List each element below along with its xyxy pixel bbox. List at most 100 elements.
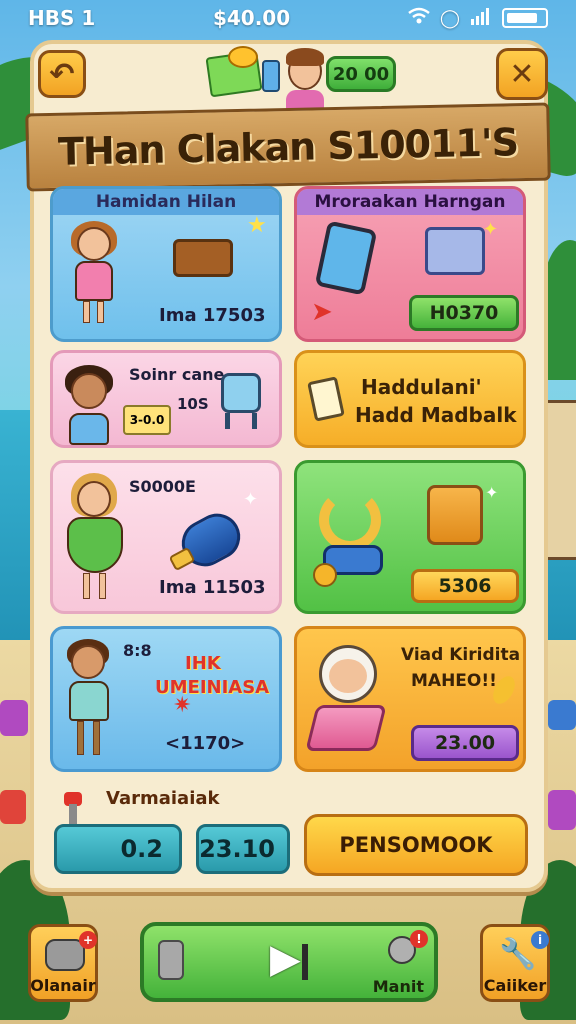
magnet-tool-icon [319, 489, 381, 551]
play-icon: ▶ [270, 936, 301, 982]
shop-card-5[interactable]: S0000E ✦ Ima 11503 [50, 460, 282, 614]
header-character-art [205, 44, 326, 110]
card-4-title-line1: Haddulani' [361, 375, 482, 399]
robot-icon [221, 373, 261, 413]
title-banner: THan Clakan S10011'S [25, 102, 551, 192]
nav-center-label: Manit [372, 977, 424, 996]
girl-leg [99, 573, 106, 599]
currency-display: 20 00 [326, 56, 396, 92]
tablet-icon [314, 220, 378, 296]
shop-card-8[interactable]: Viad Kiridita MAHEO!! 23.00 [294, 626, 526, 772]
gem-decoration [0, 790, 26, 824]
card-3-chip: 3-0.0 [123, 405, 171, 435]
card-1-header: Hamidan Hilan [53, 189, 279, 215]
info-badge: i [531, 931, 549, 949]
boy-character [65, 639, 125, 765]
shop-card-4[interactable]: Haddulani' Hadd Madbalk [294, 350, 526, 448]
girl-dress [75, 261, 113, 301]
shop-card-1[interactable]: Hamidan Hilan ★ Ima 17503 [50, 186, 282, 342]
arrow-cursor-icon: ➤ [311, 297, 333, 327]
girl-green-dress [67, 517, 123, 573]
stat-box-1[interactable]: 0.2 [54, 824, 182, 874]
shop-card-3[interactable]: Soinr cane 10S 3-0.0 [50, 350, 282, 448]
girl-character [69, 221, 129, 331]
girl-leg [83, 573, 90, 599]
nav-center-button[interactable]: ▶ ! Manit [140, 922, 438, 1002]
card-7-price: <1170> [165, 733, 246, 754]
pause-bar-icon [302, 944, 308, 980]
girl-green-dress-character [65, 473, 135, 605]
gift-box-icon [425, 227, 485, 275]
card-icon [307, 376, 345, 422]
boy-character [65, 365, 117, 445]
card-4-title-line2: Hadd Madbalk [355, 403, 517, 427]
gift-bow-icon [228, 46, 258, 68]
boy-shirt [69, 413, 109, 445]
shop-card-7[interactable]: 8:8 IHK UMEINIASA ✷ <1170> [50, 626, 282, 772]
page-title: THan Clakan S10011'S [57, 120, 519, 174]
star-icon: ★ [247, 213, 267, 238]
avatar-hair [286, 48, 324, 66]
stat-box-2[interactable]: 23.10 [196, 824, 290, 874]
boy-shirt [69, 681, 109, 721]
variable-label: Varmaiaiak [106, 788, 220, 809]
boy-leg [93, 721, 100, 755]
card-5-price: Ima 11503 [159, 577, 266, 598]
card-8-title-line1: Viad Kiridita [401, 645, 521, 665]
card-3-title: Soinr cane [129, 365, 225, 384]
gem-decoration [0, 700, 28, 736]
wifi-icon [408, 7, 430, 30]
bottom-nav: + Olanair ▶ ! Manit 🔧 i Caiiker [0, 916, 576, 1024]
battery-icon [501, 8, 548, 28]
boy-head [71, 373, 107, 409]
pink-chair-icon [305, 705, 387, 751]
close-icon: ✕ [509, 56, 535, 92]
sparkle-icon: ✦ [483, 219, 499, 240]
primary-action-button[interactable]: PENSOMOOK [304, 814, 528, 876]
notification-badge: + [79, 931, 97, 949]
girl-head [77, 481, 111, 517]
status-left-text: HBS 1 [28, 6, 96, 30]
shop-card-2[interactable]: Mroraakan Harngan ➤ ✦ H0370 [294, 186, 526, 342]
alarm-icon: ◯ [439, 7, 460, 29]
stone-icon [158, 940, 184, 980]
sparkle-icon: ✦ [485, 483, 499, 502]
phone-icon [262, 60, 280, 92]
status-bar: HBS 1 $40.00 ◯ [0, 0, 576, 36]
status-icons: ◯ [408, 7, 548, 30]
sparkle-icon: ✦ [243, 489, 259, 510]
nav-right-button[interactable]: 🔧 i Caiiker [480, 924, 550, 1002]
astronaut-face-icon [329, 659, 367, 693]
card-7-corner-label: 8:8 [123, 641, 152, 660]
card-8-price[interactable]: 23.00 [411, 725, 519, 761]
gem-decoration [548, 790, 576, 830]
gem-decoration [548, 700, 576, 730]
card-3-subtitle: 10S [177, 395, 209, 413]
shop-card-6[interactable]: ✦ 5306 [294, 460, 526, 614]
card-8-title-line2: MAHEO!! [411, 671, 497, 691]
nav-right-label: Caiiker [483, 976, 547, 995]
card-5-title: S0000E [129, 477, 196, 496]
coin-icon [313, 563, 337, 587]
boy-head [71, 645, 105, 679]
status-time: $40.00 [212, 6, 291, 30]
notification-badge: ! [410, 930, 428, 948]
card-2-header: Mroraakan Harngan [297, 189, 523, 215]
burst-star-icon: ✷ [173, 693, 192, 718]
robot-legs-icon [225, 413, 257, 429]
signal-icon [470, 7, 492, 30]
bottom-controls: Varmaiaiak 0.2 23.10 PENSOMOOK [50, 788, 530, 880]
nav-left-button[interactable]: + Olanair [28, 924, 98, 1002]
close-button[interactable]: ✕ [496, 48, 548, 100]
treasure-chest-icon [173, 239, 233, 277]
back-button[interactable]: ↶ [38, 50, 86, 98]
nav-left-label: Olanair [30, 976, 96, 995]
card-2-price[interactable]: H0370 [409, 295, 519, 331]
boy-leg [77, 721, 84, 755]
shopping-bag-icon [427, 485, 483, 545]
girl-head [77, 227, 111, 261]
back-arrow-icon: ↶ [49, 56, 75, 92]
girl-leg [83, 301, 90, 323]
card-6-price[interactable]: 5306 [411, 569, 519, 603]
card-7-promo-line1: IHK [185, 653, 221, 674]
